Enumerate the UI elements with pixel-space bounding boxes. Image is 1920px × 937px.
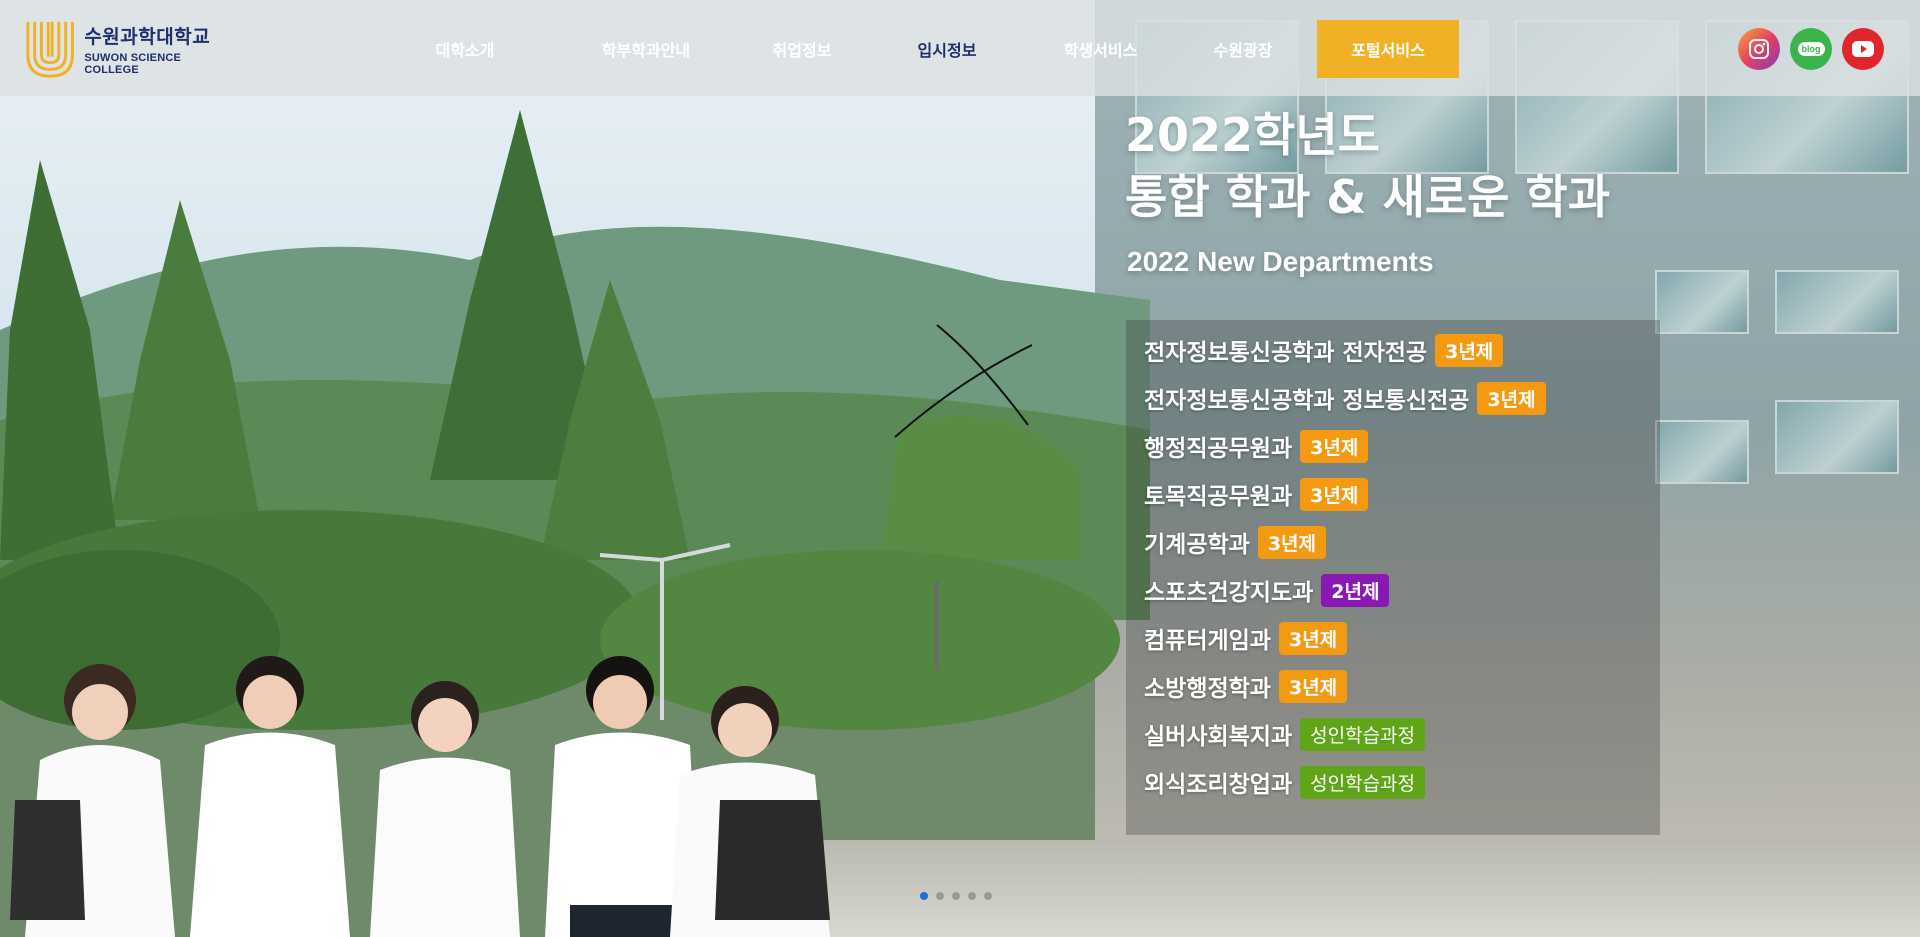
nav-student-services[interactable]: 학생서비스 xyxy=(1022,12,1179,86)
department-name: 전자정보통신공학과 정보통신전공 xyxy=(1144,388,1470,414)
department-list: 전자정보통신공학과 전자전공 3년제 전자정보통신공학과 정보통신전공 3년제 … xyxy=(1126,320,1660,835)
department-item[interactable]: 토목직공무원과 3년제 xyxy=(1138,472,1369,516)
carousel-dot[interactable] xyxy=(936,892,944,900)
hero-title-main: 통합 학과 & 새로운 학과 xyxy=(1125,170,1611,224)
carousel-dot[interactable] xyxy=(968,892,976,900)
department-item[interactable]: 실버사회복지과 성인학습과정 xyxy=(1138,712,1426,756)
nav-portal[interactable]: 포털서비스 xyxy=(1317,20,1459,78)
program-length-badge: 3년제 xyxy=(1435,333,1504,367)
nav-departments[interactable]: 학부학과안내 xyxy=(560,12,732,86)
department-item[interactable]: 스포츠건강지도과 2년제 xyxy=(1138,568,1390,612)
department-name: 컴퓨터게임과 xyxy=(1144,628,1271,654)
main-navigation: 대학소개 학부학과안내 취업정보 입시정보 학생서비스 수원광장 포털서비스 xyxy=(370,12,1459,86)
blog-label: blog xyxy=(1797,42,1825,56)
department-name: 스포츠건강지도과 xyxy=(1144,580,1314,606)
carousel-dot[interactable] xyxy=(984,892,992,900)
department-name: 소방행정학과 xyxy=(1144,676,1271,702)
carousel-dot[interactable] xyxy=(952,892,960,900)
program-type-badge: 성인학습과정 xyxy=(1300,765,1426,799)
blog-icon[interactable]: blog xyxy=(1790,28,1832,70)
nav-admissions[interactable]: 입시정보 xyxy=(872,12,1022,86)
department-name: 기계공학과 xyxy=(1144,532,1250,558)
youtube-icon[interactable] xyxy=(1842,28,1884,70)
department-item[interactable]: 컴퓨터게임과 3년제 xyxy=(1138,616,1348,660)
nav-suwon-plaza[interactable]: 수원광장 xyxy=(1179,12,1307,86)
department-name: 전자정보통신공학과 전자전공 xyxy=(1144,340,1428,366)
department-name: 토목직공무원과 xyxy=(1144,484,1293,510)
carousel-pagination xyxy=(920,892,992,900)
department-item[interactable]: 행정직공무원과 3년제 xyxy=(1138,424,1369,468)
program-length-badge: 3년제 xyxy=(1477,381,1546,415)
instagram-icon[interactable] xyxy=(1738,28,1780,70)
department-item[interactable]: 전자정보통신공학과 전자전공 3년제 xyxy=(1138,328,1504,372)
department-item[interactable]: 전자정보통신공학과 정보통신전공 3년제 xyxy=(1138,376,1546,420)
nav-about[interactable]: 대학소개 xyxy=(370,12,560,86)
nav-employment[interactable]: 취업정보 xyxy=(732,12,872,86)
hero-title: 2022학년도 통합 학과 & 새로운 학과 xyxy=(1125,104,1610,228)
program-length-badge: 3년제 xyxy=(1278,621,1348,655)
site-header: 수원과학대학교 SUWON SCIENCE COLLEGE 대학소개 학부학과안… xyxy=(0,0,1920,96)
social-links: blog xyxy=(1738,28,1884,70)
department-name: 실버사회복지과 xyxy=(1144,724,1293,750)
logo-emblem-icon xyxy=(26,21,74,78)
program-length-badge: 2년제 xyxy=(1321,573,1390,607)
carousel-dot-active[interactable] xyxy=(920,892,928,900)
program-length-badge: 3년제 xyxy=(1300,429,1369,463)
program-type-badge: 성인학습과정 xyxy=(1300,717,1426,751)
program-length-badge: 3년제 xyxy=(1278,669,1348,703)
department-item[interactable]: 소방행정학과 3년제 xyxy=(1138,664,1348,708)
department-name: 행정직공무원과 xyxy=(1144,436,1293,462)
program-length-badge: 3년제 xyxy=(1257,525,1326,559)
department-name: 외식조리창업과 xyxy=(1144,772,1293,798)
logo-name-korean: 수원과학대학교 xyxy=(84,26,211,48)
hero-subtitle: 2022 New Departments xyxy=(1127,246,1434,277)
hero-title-year: 2022학년도 xyxy=(1125,108,1380,162)
program-length-badge: 3년제 xyxy=(1300,477,1369,511)
department-item[interactable]: 기계공학과 3년제 xyxy=(1138,520,1326,564)
college-logo[interactable]: 수원과학대학교 SUWON SCIENCE COLLEGE xyxy=(24,14,234,84)
logo-name-english: SUWON SCIENCE COLLEGE xyxy=(84,52,182,76)
department-item[interactable]: 외식조리창업과 성인학습과정 xyxy=(1138,760,1426,804)
